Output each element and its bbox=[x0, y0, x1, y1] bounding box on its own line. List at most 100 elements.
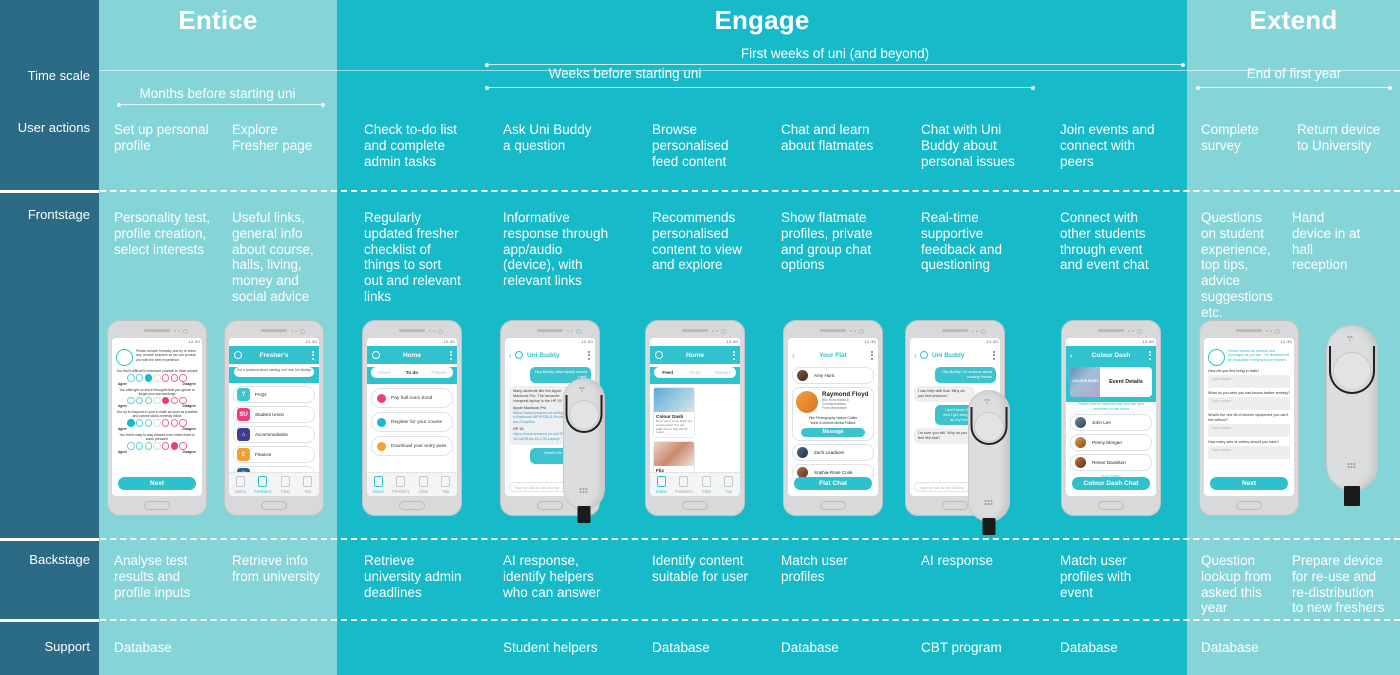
overflow-menu-icon[interactable] bbox=[588, 350, 590, 360]
phone-home-button[interactable] bbox=[1236, 501, 1262, 510]
overflow-menu-icon[interactable] bbox=[312, 350, 314, 360]
likert-option[interactable] bbox=[153, 396, 161, 405]
list-item[interactable]: ⌂ Accommodation bbox=[233, 426, 315, 443]
likert-option[interactable] bbox=[135, 442, 144, 450]
likert-option[interactable] bbox=[161, 374, 170, 382]
featured-flatmate-card[interactable]: Raymond Floyd BSc Hons Media & Communica… bbox=[792, 387, 874, 442]
likert-option[interactable] bbox=[179, 442, 187, 450]
segment-planner[interactable]: Planner bbox=[709, 370, 736, 375]
likert-option-selected[interactable] bbox=[127, 419, 135, 427]
phone-home-button[interactable] bbox=[399, 501, 425, 510]
colour-dash-chat-button[interactable]: Colour Dash Chat bbox=[1072, 477, 1150, 490]
likert-scale[interactable] bbox=[112, 442, 202, 450]
device-button[interactable] bbox=[569, 400, 599, 430]
likert-option[interactable] bbox=[135, 396, 144, 405]
likert-scale[interactable] bbox=[112, 419, 202, 427]
tab-chat[interactable]: Chat bbox=[274, 473, 297, 496]
likert-option[interactable] bbox=[179, 374, 187, 382]
back-icon[interactable]: ‹ bbox=[914, 351, 917, 360]
likert-option[interactable] bbox=[170, 374, 179, 382]
next-button[interactable]: Next bbox=[118, 477, 196, 490]
answer-field[interactable]: Type answer... bbox=[1208, 397, 1290, 411]
event-details-card[interactable]: COLOUR DASH Event Details bbox=[1070, 367, 1152, 397]
likert-option-selected[interactable] bbox=[161, 396, 170, 405]
overflow-menu-icon[interactable] bbox=[993, 350, 995, 360]
flatmate-row[interactable]: Zach Leadsom bbox=[792, 444, 874, 462]
likert-option[interactable] bbox=[179, 419, 187, 427]
likert-option[interactable] bbox=[170, 396, 179, 405]
overflow-menu-icon[interactable] bbox=[450, 350, 452, 360]
flat-chat-button[interactable]: Flat Chat bbox=[794, 477, 872, 490]
answer-field[interactable]: Type answer... bbox=[1208, 446, 1290, 460]
phone-home-button[interactable] bbox=[261, 501, 287, 510]
likert-option[interactable] bbox=[127, 396, 135, 405]
feed-card[interactable]: Colour Dash Don't worry if you aren't an… bbox=[653, 387, 695, 438]
tab-home[interactable]: Home bbox=[229, 473, 252, 496]
phone-home-button[interactable] bbox=[144, 501, 170, 510]
tab-freshers[interactable]: Fresher's bbox=[390, 473, 413, 496]
phone-home-button[interactable] bbox=[942, 501, 968, 510]
likert-option[interactable] bbox=[144, 396, 153, 405]
tab-chat[interactable]: Chat bbox=[412, 473, 435, 496]
tab-home[interactable]: Home bbox=[367, 473, 390, 496]
likert-option[interactable] bbox=[161, 419, 170, 427]
back-icon[interactable]: ‹ bbox=[1070, 351, 1073, 360]
ask-uni-buddy-bar[interactable]: Got a question about starting uni? Ask U… bbox=[234, 367, 314, 377]
likert-option[interactable] bbox=[127, 374, 135, 382]
segment-planner[interactable]: Planner bbox=[426, 370, 453, 375]
tab-home[interactable]: Home bbox=[650, 473, 673, 496]
person-row[interactable]: Penny Morgan bbox=[1070, 434, 1152, 452]
tab-you[interactable]: You bbox=[435, 473, 458, 496]
likert-option[interactable] bbox=[135, 374, 144, 382]
device-button[interactable] bbox=[1333, 352, 1371, 390]
phone-home-button[interactable] bbox=[820, 501, 846, 510]
likert-option[interactable] bbox=[170, 419, 179, 427]
todo-item[interactable]: Pay hall room bond bbox=[371, 388, 453, 408]
likert-scale[interactable] bbox=[112, 396, 202, 405]
tab-freshers[interactable]: Fresher's bbox=[252, 473, 275, 496]
chat-link[interactable]: https://www.amazon.co.uk/Apple-Macbook-M… bbox=[513, 411, 566, 426]
phone-home-button[interactable] bbox=[1098, 501, 1124, 510]
flatmate-row[interactable]: Amy Hunt bbox=[792, 367, 874, 384]
phone-home-button[interactable] bbox=[682, 501, 708, 510]
segment-todo[interactable]: To do bbox=[681, 370, 708, 375]
likert-option-selected[interactable] bbox=[144, 374, 153, 382]
overflow-menu-icon[interactable] bbox=[1149, 350, 1151, 360]
overflow-menu-icon[interactable] bbox=[733, 350, 735, 360]
overflow-menu-icon[interactable] bbox=[871, 350, 873, 360]
back-icon[interactable]: ‹ bbox=[509, 351, 512, 360]
likert-option[interactable] bbox=[153, 374, 161, 382]
chat-link[interactable]: https://www.amazon.co.uk/HP-15-bs091na-1… bbox=[513, 432, 566, 442]
back-icon[interactable]: ‹ bbox=[792, 351, 795, 360]
list-item[interactable]: ? FAQs bbox=[233, 386, 315, 403]
segment-feed[interactable]: Feed bbox=[371, 370, 398, 375]
likert-scale[interactable] bbox=[112, 374, 202, 382]
message-button[interactable]: Message bbox=[801, 428, 865, 438]
list-item[interactable]: SU Student Union bbox=[233, 406, 315, 423]
likert-option[interactable] bbox=[161, 442, 170, 450]
likert-option[interactable] bbox=[135, 419, 144, 427]
tab-you[interactable]: You bbox=[297, 473, 320, 496]
likert-option[interactable] bbox=[127, 442, 135, 450]
answer-field[interactable]: Type answer... bbox=[1208, 375, 1290, 389]
device-button[interactable] bbox=[974, 412, 1004, 442]
tab-chat[interactable]: Chat bbox=[695, 473, 718, 496]
next-button[interactable]: Next bbox=[1210, 477, 1288, 490]
tab-you[interactable]: You bbox=[718, 473, 741, 496]
person-row[interactable]: John Lee bbox=[1070, 414, 1152, 432]
segment-feed[interactable]: Feed bbox=[654, 370, 681, 375]
tab-freshers[interactable]: Fresher's bbox=[673, 473, 696, 496]
likert-option[interactable] bbox=[144, 442, 153, 450]
person-row[interactable]: Renee Davidson bbox=[1070, 454, 1152, 472]
likert-option[interactable] bbox=[179, 396, 187, 405]
list-item[interactable]: £ Finance bbox=[233, 446, 315, 463]
todo-item[interactable]: Download your entry pass bbox=[371, 436, 453, 456]
likert-option[interactable] bbox=[144, 419, 153, 427]
likert-option[interactable] bbox=[153, 419, 161, 427]
answer-field[interactable]: Type answer... bbox=[1208, 424, 1290, 437]
likert-option-selected[interactable] bbox=[170, 442, 179, 450]
likert-option[interactable] bbox=[153, 442, 161, 450]
todo-item[interactable]: Register for your course bbox=[371, 412, 453, 432]
phone-home-button[interactable] bbox=[537, 501, 563, 510]
segment-todo[interactable]: To do bbox=[398, 370, 425, 375]
